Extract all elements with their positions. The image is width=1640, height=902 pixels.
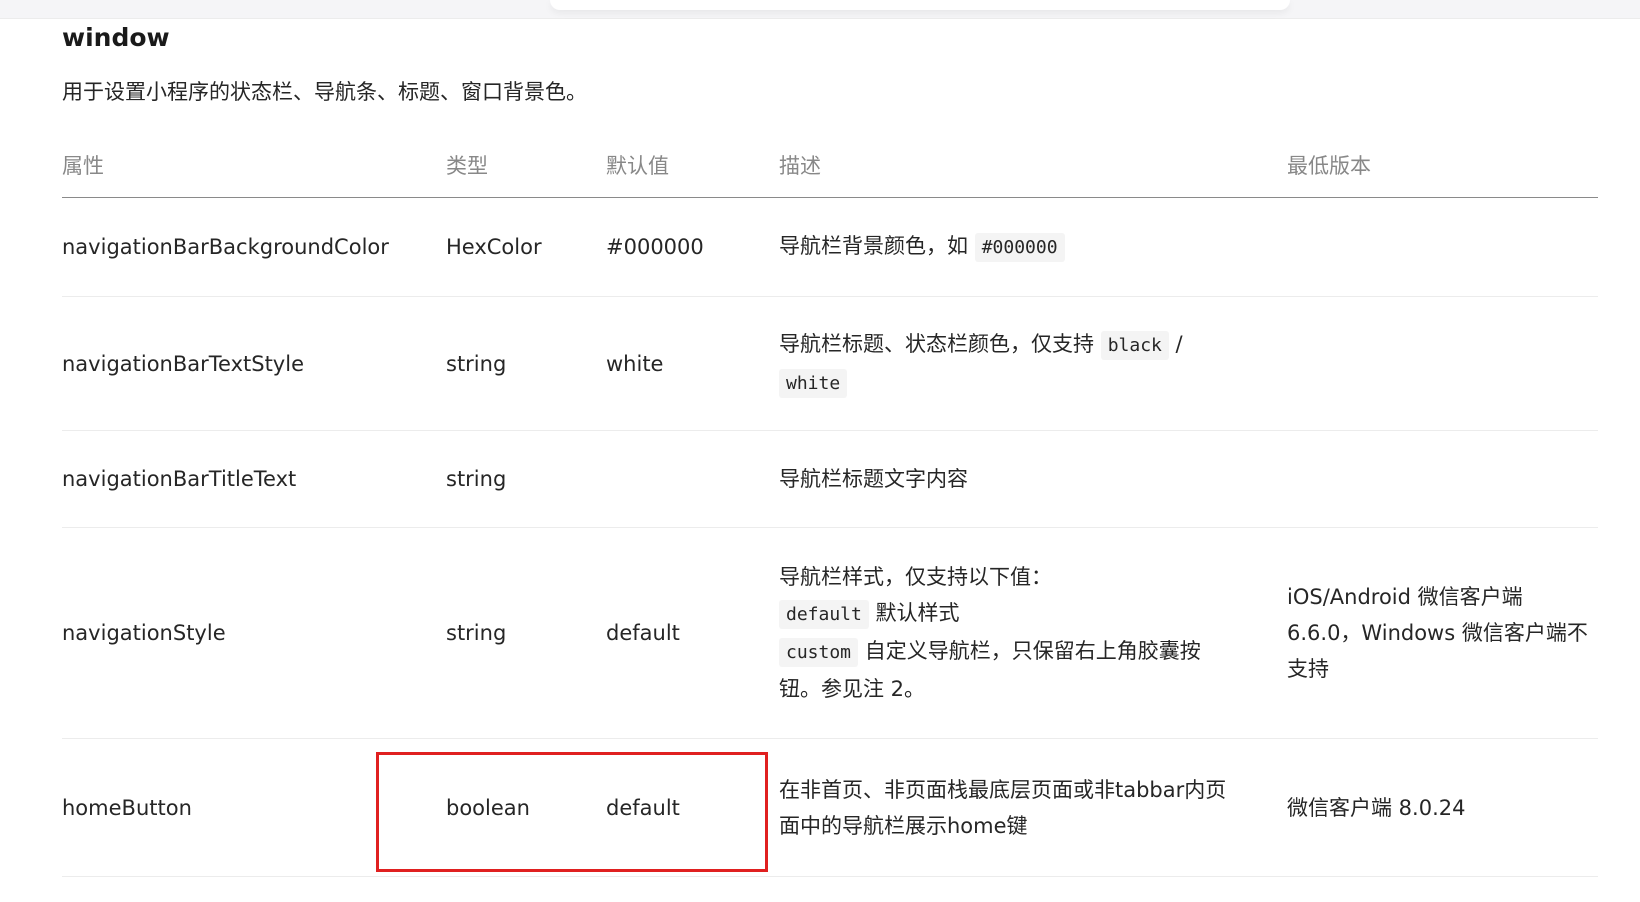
header-min-version: 最低版本 <box>1287 133 1598 198</box>
inline-code: default <box>779 600 869 629</box>
description-text: 导航栏标题文字内容 <box>779 467 968 491</box>
cell-description: 在非首页、非页面栈最底层页面或非tabbar内页面中的导航栏展示home键 <box>779 738 1287 877</box>
inline-code: #000000 <box>974 233 1065 262</box>
cell-type: string <box>446 527 606 739</box>
highlight-annotation-box <box>376 752 768 872</box>
cell-description: 导航栏样式，仅支持以下值： default 默认样式 custom 自定义导航栏… <box>779 527 1287 739</box>
table-row: navigationBarTextStyle string white 导航栏标… <box>62 296 1598 431</box>
cell-property: navigationBarBackgroundColor <box>62 197 446 297</box>
cell-type: string <box>446 430 606 528</box>
inline-code: white <box>779 368 848 398</box>
inline-code: custom <box>779 638 859 667</box>
table-row: homeButton boolean default 在非首页、非页面栈最底层页… <box>62 738 1598 877</box>
description-separator: / <box>1168 331 1183 356</box>
description-text: 导航栏标题、状态栏颜色，仅支持 <box>779 331 1094 356</box>
cell-type: string <box>446 296 606 431</box>
inline-code: black <box>1100 330 1169 360</box>
description-line: custom 自定义导航栏，只保留右上角胶囊按钮。参见注 2。 <box>779 633 1227 707</box>
table-header-row: 属性 类型 默认值 描述 最低版本 <box>62 133 1598 198</box>
cell-default: #000000 <box>606 197 779 297</box>
cell-min-version <box>1287 296 1598 431</box>
cell-default <box>606 430 779 528</box>
section-description: 用于设置小程序的状态栏、导航条、标题、窗口背景色。 <box>62 80 587 104</box>
table-row: navigationStyle string default 导航栏样式，仅支持… <box>62 527 1598 739</box>
cell-default: white <box>606 296 779 431</box>
cell-min-version <box>1287 197 1598 297</box>
section-title: window <box>62 23 170 52</box>
description-text: 在非首页、非页面栈最底层页面或非tabbar内页面中的导航栏展示home键 <box>779 777 1227 838</box>
cell-type: HexColor <box>446 197 606 297</box>
top-bar <box>0 0 1640 19</box>
description-text: 默认样式 <box>868 601 960 625</box>
header-property: 属性 <box>62 133 446 198</box>
table-row: navigationBarTitleText string 导航栏标题文字内容 <box>62 430 1598 528</box>
cell-property: navigationBarTitleText <box>62 430 446 528</box>
cell-min-version <box>1287 430 1598 528</box>
properties-table: 属性 类型 默认值 描述 最低版本 navigationBarBackgroun… <box>62 133 1598 877</box>
cell-property: navigationBarTextStyle <box>62 296 446 431</box>
cell-description: 导航栏标题文字内容 <box>779 430 1287 528</box>
description-text: 导航栏背景颜色，如 <box>779 234 968 258</box>
top-search-pill[interactable] <box>550 0 1290 10</box>
header-type: 类型 <box>446 133 606 198</box>
cell-min-version: 微信客户端 8.0.24 <box>1287 738 1598 877</box>
cell-default: default <box>606 527 779 739</box>
table-row: navigationBarBackgroundColor HexColor #0… <box>62 197 1598 297</box>
cell-description: 导航栏背景颜色，如 #000000 <box>779 197 1287 297</box>
description-line: default 默认样式 <box>779 595 1227 633</box>
description-text: 导航栏样式，仅支持以下值： <box>779 565 1052 589</box>
cell-property: navigationStyle <box>62 527 446 739</box>
header-default: 默认值 <box>606 133 779 198</box>
header-description: 描述 <box>779 133 1287 198</box>
cell-description: 导航栏标题、状态栏颜色，仅支持 black / white <box>779 296 1287 431</box>
cell-min-version: iOS/Android 微信客户端 6.6.0，Windows 微信客户端不支持 <box>1287 527 1598 739</box>
